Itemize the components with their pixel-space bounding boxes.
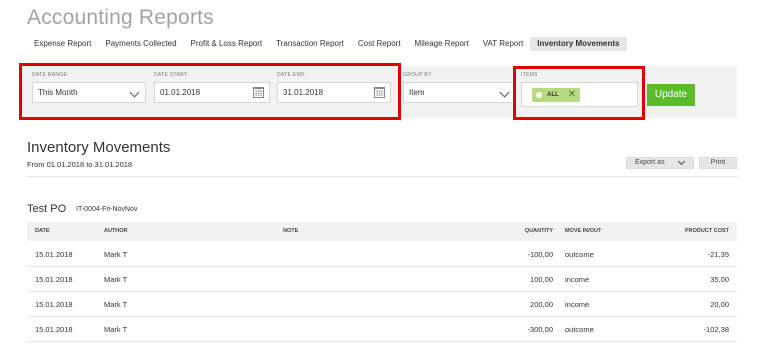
cell-quantity: 200,00 xyxy=(530,300,553,309)
cell-date: 15.01.2018 xyxy=(35,250,73,259)
highlight-date-filters xyxy=(19,63,401,120)
cell-move: income xyxy=(565,300,590,309)
table-header: DATE AUTHOR NOTE QUANTITY MOVE IN/OUT PR… xyxy=(27,222,737,241)
cell-author: Mark T xyxy=(104,300,128,309)
highlight-items-filter xyxy=(513,66,645,120)
group-by-value: Item xyxy=(409,88,425,97)
cell-quantity: -300,00 xyxy=(527,325,553,334)
cell-move: outcome xyxy=(565,250,594,259)
report-title: Inventory Movements xyxy=(27,139,171,156)
header-move: MOVE IN/OUT xyxy=(565,228,602,234)
chevron-down-icon xyxy=(677,157,686,166)
group-by-select[interactable]: Item xyxy=(403,82,516,103)
header-product-cost: PRODUCT COST xyxy=(685,228,729,234)
header-date: DATE xyxy=(35,228,50,234)
tab-expense-report[interactable]: Expense Report xyxy=(27,37,98,51)
tab-inventory-movements[interactable]: Inventory Movements xyxy=(530,37,627,51)
cell-author: Mark T xyxy=(104,325,128,334)
header-quantity: QUANTITY xyxy=(524,228,553,234)
cell-quantity: -100,00 xyxy=(527,250,553,259)
group-by-group: GROUP BY Item xyxy=(403,71,516,103)
cell-move: outcome xyxy=(565,325,594,334)
cell-author: Mark T xyxy=(104,250,128,259)
cell-product-cost: 20,00 xyxy=(710,300,729,309)
report-tabs: Expense Report Payments Collected Profit… xyxy=(27,37,627,51)
header-note: NOTE xyxy=(283,228,299,234)
cell-product-cost: 35,00 xyxy=(710,275,729,284)
table-row: 15.01.2018 Mark T -300,00 outcome -102,3… xyxy=(27,317,737,342)
cell-move: income xyxy=(565,275,590,284)
table-row: 15.01.2018 Mark T 200,00 income 20,00 xyxy=(27,292,737,317)
export-button[interactable]: Export as xyxy=(626,157,694,169)
export-label: Export as xyxy=(635,159,665,166)
tab-payments-collected[interactable]: Payments Collected xyxy=(98,37,183,51)
tab-vat-report[interactable]: VAT Report xyxy=(476,37,530,51)
group-title: Test PO xyxy=(27,203,67,215)
divider xyxy=(27,176,737,177)
table-row: 15.01.2018 Mark T 100,00 income 35,00 xyxy=(27,267,737,292)
cell-date: 15.01.2018 xyxy=(35,300,73,309)
tab-transaction-report[interactable]: Transaction Report xyxy=(269,37,351,51)
group-id: IT-0004-Fri-NovNov xyxy=(76,206,138,213)
tab-cost-report[interactable]: Cost Report xyxy=(351,37,408,51)
report-period: From 01.01.2018 to 31.01.2018 xyxy=(27,160,133,169)
group-by-label: GROUP BY xyxy=(403,72,432,78)
cell-date: 15.01.2018 xyxy=(35,275,73,284)
cell-product-cost: -21,35 xyxy=(707,250,729,259)
print-button[interactable]: Print xyxy=(699,157,737,169)
update-button[interactable]: Update xyxy=(647,84,695,106)
cell-product-cost: -102,38 xyxy=(703,325,729,334)
tab-mileage-report[interactable]: Mileage Report xyxy=(408,37,476,51)
header-author: AUTHOR xyxy=(104,228,128,234)
page-title: Accounting Reports xyxy=(27,6,214,29)
tab-profit-loss-report[interactable]: Profit & Loss Report xyxy=(184,37,270,51)
table-row: 15.01.2018 Mark T -100,00 outcome -21,35 xyxy=(27,242,737,267)
cell-quantity: 100,00 xyxy=(530,275,553,284)
cell-author: Mark T xyxy=(104,275,128,284)
chevron-down-icon xyxy=(499,87,510,98)
cell-date: 15.01.2018 xyxy=(35,325,73,334)
